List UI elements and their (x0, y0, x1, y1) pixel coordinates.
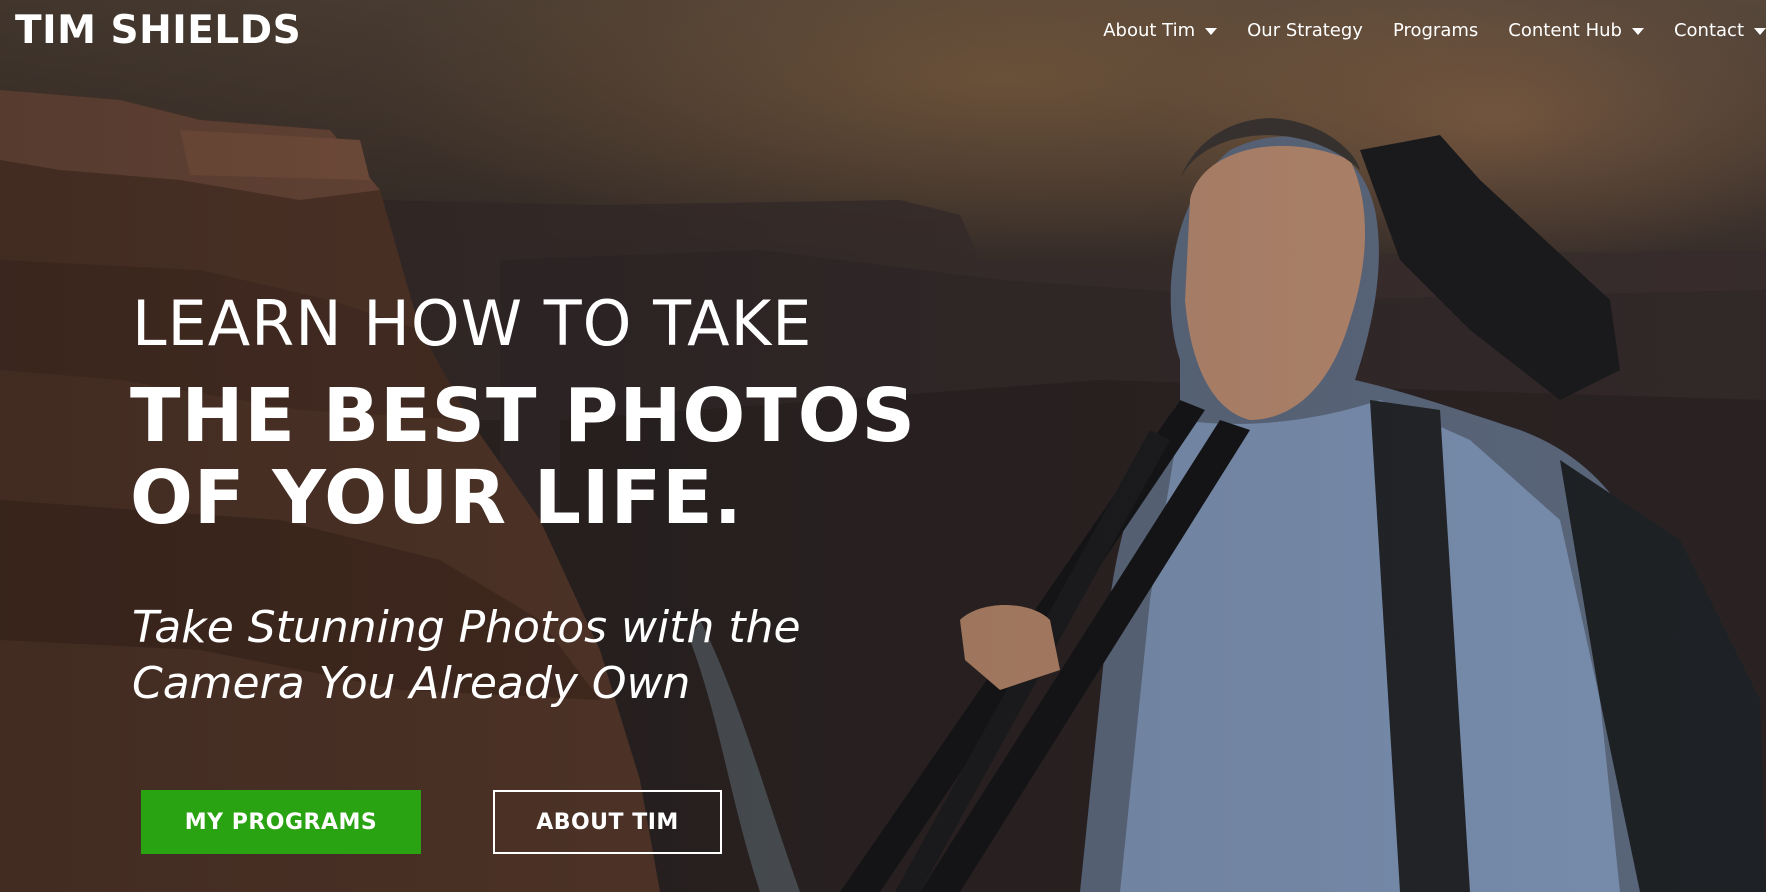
hero-headline-line1: THE BEST PHOTOS (130, 373, 916, 459)
nav-contact[interactable]: Contact (1674, 20, 1766, 41)
my-programs-button[interactable]: MY PROGRAMS (141, 790, 421, 854)
hero-subtitle: Take Stunning Photos with the Camera You… (132, 600, 801, 712)
nav-content-hub[interactable]: Content Hub (1508, 20, 1644, 41)
site-logo[interactable]: TIM SHIELDS (15, 8, 301, 54)
chevron-down-icon (1205, 28, 1218, 35)
main-nav: About Tim Our Strategy Programs Content … (1103, 15, 1766, 45)
hero-eyebrow: LEARN HOW TO TAKE (132, 287, 813, 360)
hero-subtitle-line2: Camera You Already Own (132, 658, 691, 709)
nav-content-hub-label: Content Hub (1508, 19, 1622, 41)
nav-our-strategy[interactable]: Our Strategy (1247, 20, 1363, 41)
chevron-down-icon (1754, 28, 1766, 35)
hero-subtitle-line1: Take Stunning Photos with the (132, 602, 801, 653)
nav-contact-label: Contact (1673, 19, 1744, 41)
hero-section: TIM SHIELDS About Tim Our Strategy Progr… (0, 0, 1766, 892)
nav-about-tim-label: About Tim (1103, 19, 1196, 41)
chevron-down-icon (1631, 28, 1644, 35)
hero-headline: THE BEST PHOTOS OF YOUR LIFE. (130, 375, 916, 539)
nav-programs[interactable]: Programs (1393, 20, 1478, 41)
nav-programs-label: Programs (1392, 19, 1479, 41)
about-tim-button[interactable]: ABOUT TIM (493, 790, 722, 854)
nav-about-tim[interactable]: About Tim (1103, 19, 1218, 41)
nav-our-strategy-label: Our Strategy (1247, 19, 1363, 41)
hero-headline-line2: OF YOUR LIFE. (130, 455, 743, 541)
